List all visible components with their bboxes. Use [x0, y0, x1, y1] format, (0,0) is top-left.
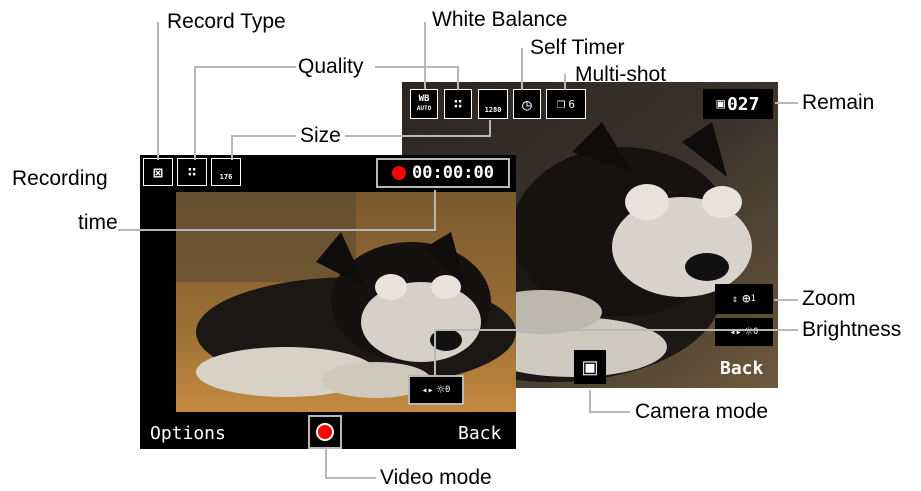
label-remain: Remain	[802, 91, 875, 114]
self-timer-icon[interactable]: ◷	[513, 89, 541, 119]
video-quality-icon[interactable]: ∷	[177, 158, 207, 186]
zoom-arrows-icon: ⇕	[732, 293, 739, 305]
camera-zoom-indicator[interactable]: ⇕ ⊕ 1	[715, 284, 773, 314]
video-brightness-sun-icon: ☼	[436, 382, 446, 398]
camera-brightness-indicator[interactable]: ◂▸ ☼ 0	[715, 318, 773, 346]
multi-shot-glyph-icon: ❐	[556, 96, 566, 112]
brightness-sun-icon: ☼	[744, 324, 754, 340]
label-size: Size	[300, 124, 341, 147]
video-back-button[interactable]: Back	[458, 423, 501, 444]
record-button[interactable]	[308, 415, 342, 449]
label-video-mode: Video mode	[380, 466, 492, 489]
camera-brightness-sub: 0	[753, 327, 759, 337]
wb-bottom-text: AUTO	[416, 105, 432, 112]
recording-time-value: 00:00:00	[412, 163, 494, 183]
video-preview-image	[176, 192, 516, 412]
remain-value: 027	[726, 93, 760, 115]
label-white-balance: White Balance	[432, 8, 568, 31]
quality-icon[interactable]: ∷	[444, 89, 472, 119]
video-mode-screen: ⊠ ∷ 176 00:00:00 ◂▸ ☼ 0 Options Back	[140, 155, 516, 449]
camera-size-value: 1280	[484, 105, 502, 114]
record-type-icon[interactable]: ⊠	[143, 158, 173, 186]
record-dot-icon	[316, 423, 334, 441]
options-button[interactable]: Options	[150, 423, 226, 444]
brightness-arrows-icon: ◂▸	[729, 326, 742, 338]
label-camera-mode: Camera mode	[635, 400, 769, 423]
remain-icon: ▣	[716, 96, 725, 112]
size-icon[interactable]: 1280	[478, 89, 508, 119]
camera-back-button[interactable]: Back	[720, 358, 763, 379]
zoom-sub-value: 1	[750, 294, 756, 304]
camera-shutter-icon[interactable]: ▣	[574, 350, 606, 384]
video-size-value: 176	[219, 172, 233, 181]
remain-counter: ▣ 027	[703, 89, 773, 119]
multi-shot-icon[interactable]: ❐ 6	[546, 89, 586, 119]
label-self-timer: Self Timer	[530, 36, 625, 59]
label-brightness: Brightness	[802, 318, 902, 341]
label-quality: Quality	[298, 55, 364, 78]
recording-time-display: 00:00:00	[376, 158, 510, 188]
white-balance-icon[interactable]: WB AUTO	[410, 89, 438, 119]
zoom-magnifier-icon: ⊕	[742, 291, 751, 307]
label-recording: Recording	[12, 167, 108, 190]
video-brightness-arrows-icon: ◂▸	[421, 384, 434, 396]
video-brightness-indicator[interactable]: ◂▸ ☼ 0	[408, 375, 464, 405]
label-multi-shot: Multi-shot	[575, 63, 667, 86]
wb-top-text: WB	[418, 94, 430, 104]
label-zoom: Zoom	[802, 287, 856, 310]
label-record-type: Record Type	[167, 10, 286, 33]
label-time: time	[78, 211, 118, 234]
video-size-icon[interactable]: 176	[211, 158, 241, 186]
record-indicator-icon	[392, 166, 407, 180]
video-brightness-sub: 0	[445, 385, 451, 395]
multi-shot-count: 6	[568, 97, 576, 111]
